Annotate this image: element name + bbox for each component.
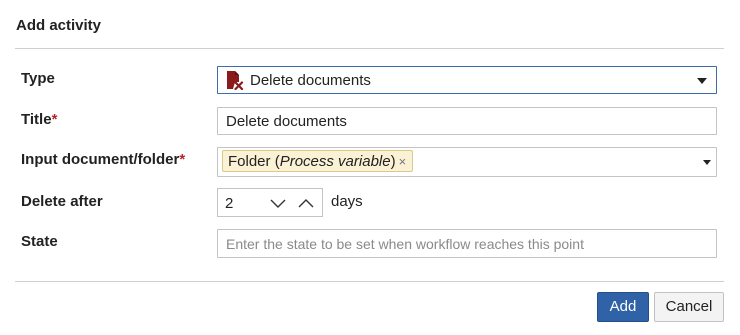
delete-after-stepper[interactable]: 2 (217, 188, 323, 217)
folder-tag-qualifier: Process variable (279, 153, 391, 170)
input-document-label-text: Input document/folder (21, 151, 180, 168)
remove-tag-icon[interactable]: × (399, 154, 407, 169)
increment-chevron-up-icon[interactable] (298, 197, 314, 209)
required-marker: * (179, 151, 186, 168)
state-input[interactable]: Enter the state to be set when workflow … (217, 229, 717, 258)
add-button[interactable]: Add (597, 292, 649, 322)
input-document-select[interactable]: Folder (Process variable) × (217, 147, 717, 177)
required-marker: * (51, 111, 58, 128)
header-divider (15, 48, 724, 49)
title-label-text: Title (21, 111, 52, 128)
chevron-down-icon[interactable] (703, 160, 711, 165)
delete-document-icon (227, 71, 244, 90)
folder-tag-close-paren: ) (390, 153, 396, 170)
delete-after-label: Delete after (21, 193, 103, 210)
folder-tag-name: Folder (228, 153, 271, 170)
stepper-value: 2 (225, 195, 234, 212)
footer-divider (15, 281, 724, 282)
input-document-label: Input document/folder* (21, 151, 185, 168)
type-select-value: Delete documents (250, 72, 371, 89)
title-input-value: Delete documents (226, 113, 347, 130)
title-label: Title* (21, 111, 57, 128)
folder-tag: Folder (Process variable) × (222, 150, 414, 172)
state-input-placeholder: Enter the state to be set when workflow … (226, 236, 584, 252)
chevron-down-icon[interactable] (697, 78, 707, 84)
dialog-title: Add activity (16, 17, 102, 34)
cancel-button[interactable]: Cancel (654, 292, 724, 322)
type-label: Type (21, 70, 55, 87)
delete-after-unit: days (331, 193, 363, 210)
type-select[interactable]: Delete documents (217, 66, 717, 94)
decrement-chevron-down-icon[interactable] (270, 197, 286, 209)
title-input[interactable]: Delete documents (217, 107, 717, 135)
state-label: State (21, 233, 58, 250)
